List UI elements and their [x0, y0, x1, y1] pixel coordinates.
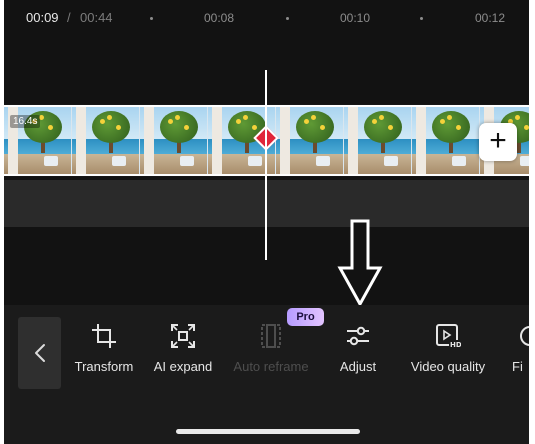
add-clip-button[interactable]: +: [479, 123, 517, 161]
clip-thumbnail: [72, 107, 140, 174]
home-indicator: [176, 429, 360, 434]
clip-thumbnail: [276, 107, 344, 174]
svg-text:HD: HD: [450, 341, 461, 349]
tick-label: 00:10: [340, 11, 371, 25]
tick-dot: [150, 17, 153, 20]
filters-button[interactable]: Fi: [512, 323, 529, 374]
tool-label: Fi: [512, 359, 523, 374]
edit-toolbar: Pro Transform AI expand Auto reframe Adj…: [4, 305, 529, 444]
tick-label: 00:12: [475, 11, 506, 25]
clip-duration-label: 16.4s: [10, 115, 41, 128]
expand-icon: [171, 324, 195, 348]
video-quality-button[interactable]: HD Video quality: [402, 323, 494, 374]
chevron-left-icon: [34, 344, 45, 362]
time-ruler[interactable]: 00:09 / 00:44 00:08 00:10 00:12: [4, 0, 529, 36]
total-time: 00:44: [80, 10, 113, 25]
reframe-icon: [261, 324, 281, 348]
transform-button[interactable]: Transform: [70, 323, 138, 374]
crop-icon: [92, 324, 116, 348]
clip-thumbnail: [344, 107, 412, 174]
tool-label: Auto reframe: [233, 359, 309, 374]
ai-expand-button[interactable]: AI expand: [149, 323, 217, 374]
tool-label: Transform: [74, 359, 134, 374]
time-separator: /: [67, 10, 71, 25]
tool-label: Video quality: [410, 359, 486, 374]
current-time: 00:09: [26, 10, 59, 25]
tool-label: AI expand: [153, 359, 213, 374]
auto-reframe-button[interactable]: Auto reframe: [226, 323, 316, 374]
tick-dot: [286, 17, 289, 20]
sliders-icon: [347, 326, 369, 346]
playhead[interactable]: [265, 70, 267, 260]
adjust-button[interactable]: Adjust: [330, 323, 386, 374]
tick-dot: [420, 17, 423, 20]
tick-label: 00:08: [204, 11, 235, 25]
back-button[interactable]: [18, 317, 61, 389]
clip-thumbnail: [140, 107, 208, 174]
partial-icon: [520, 326, 529, 346]
video-editor: 00:09 / 00:44 00:08 00:10 00:12 16.4s + …: [4, 0, 529, 444]
down-arrow-annotation: [337, 219, 383, 308]
tool-label: Adjust: [339, 359, 377, 374]
clip-thumbnail: [412, 107, 480, 174]
video-hd-icon: HD: [436, 324, 461, 349]
